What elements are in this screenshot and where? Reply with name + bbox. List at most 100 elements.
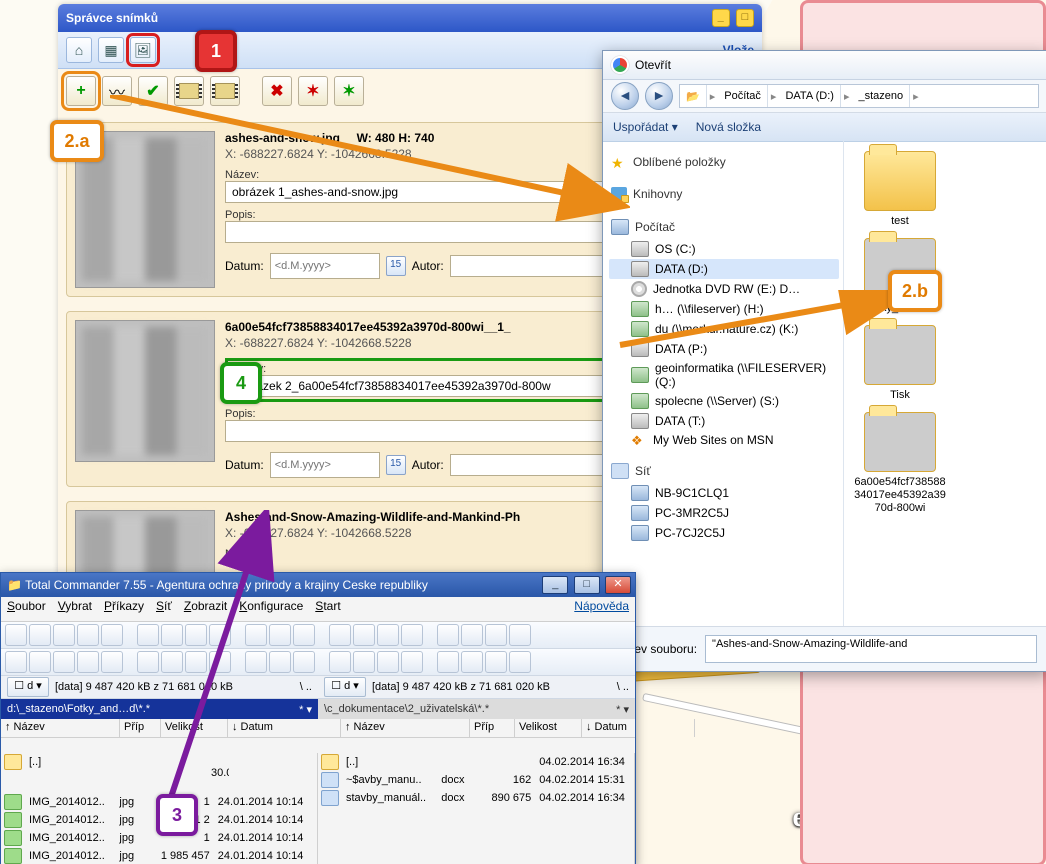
back-button[interactable]: ◄ bbox=[611, 82, 639, 110]
toolbar-button[interactable] bbox=[353, 651, 375, 673]
tree-drive-item[interactable]: DATA (T:) bbox=[609, 411, 839, 431]
crumb-item[interactable]: _stazeno bbox=[852, 85, 910, 107]
toolbar-button[interactable] bbox=[125, 652, 135, 672]
toolbar-button[interactable] bbox=[377, 624, 399, 646]
toolbar-button[interactable] bbox=[245, 651, 267, 673]
filename-input[interactable]: "Ashes-and-Snow-Amazing-Wildlife-and bbox=[705, 635, 1037, 663]
table-row[interactable]: IMG_2014012..jpg1 985 45724.01.2014 10:1… bbox=[1, 847, 317, 864]
film-prev-button[interactable] bbox=[174, 76, 204, 106]
toolbar-button[interactable] bbox=[101, 624, 123, 646]
tc-titlebar[interactable]: 📁 Total Commander 7.55 - Agentura ochran… bbox=[1, 573, 635, 597]
date-input[interactable] bbox=[270, 253, 380, 279]
breadcrumb[interactable]: 📂 ▸ Počítač▸ DATA (D:)▸ _stazeno▸ bbox=[679, 84, 1039, 108]
tree-host-item[interactable]: PC-7CJ2C5J bbox=[609, 523, 839, 543]
toolbar-button[interactable] bbox=[29, 651, 51, 673]
toolbar-button[interactable] bbox=[509, 624, 531, 646]
maximize-icon[interactable]: □ bbox=[736, 9, 754, 27]
toolbar-button[interactable] bbox=[233, 625, 243, 645]
brush-button[interactable]: 〰 bbox=[102, 76, 132, 106]
toolbar-button[interactable] bbox=[269, 651, 291, 673]
tree-msn[interactable]: My Web Sites on MSN bbox=[653, 433, 773, 447]
menu-item[interactable]: Příkazy bbox=[104, 599, 144, 619]
toolbar-button[interactable] bbox=[401, 651, 423, 673]
column-header[interactable]: Velikost bbox=[161, 719, 228, 737]
file-image[interactable]: 6a00e54fcf73858834017ee45392a3970d-800wi bbox=[854, 412, 946, 515]
toolbar-button[interactable] bbox=[161, 651, 183, 673]
delete-all-button[interactable]: ✶ bbox=[298, 76, 328, 106]
tree-drive-item[interactable]: OS (C:) bbox=[609, 239, 839, 259]
toolbar-button[interactable] bbox=[101, 651, 123, 673]
file-folder[interactable]: Tisk bbox=[854, 325, 946, 402]
toolbar-button[interactable] bbox=[485, 624, 507, 646]
toolbar-button[interactable] bbox=[53, 651, 75, 673]
drive-selector[interactable]: ☐ d ▾ bbox=[7, 677, 49, 697]
menu-item[interactable]: Zobrazit bbox=[184, 599, 227, 619]
window-titlebar[interactable]: Správce snímků _ □ bbox=[58, 4, 762, 32]
table-row[interactable]: ~$avby_manu..docx16204.02.2014 15:31 bbox=[318, 771, 634, 789]
table-row[interactable]: stavby_manuál..docx890 67504.02.2014 16:… bbox=[318, 789, 634, 807]
toolbar-button[interactable] bbox=[137, 624, 159, 646]
minimize-icon[interactable]: _ bbox=[712, 9, 730, 27]
toolbar-button[interactable] bbox=[29, 624, 51, 646]
column-header[interactable]: Velikost bbox=[515, 719, 582, 737]
dialog-titlebar[interactable]: Otevřít bbox=[603, 51, 1046, 80]
table-row[interactable]: [..]04.02.2014 16:34 bbox=[318, 753, 634, 771]
organize-menu[interactable]: Uspořádat ▾ bbox=[613, 120, 678, 134]
tree-drive-item[interactable]: DATA (D:) bbox=[609, 259, 839, 279]
menu-item[interactable]: Start bbox=[315, 599, 340, 619]
menu-item[interactable]: Konfigurace bbox=[239, 599, 303, 619]
maximize-icon[interactable]: □ bbox=[574, 576, 600, 594]
forward-button[interactable]: ► bbox=[645, 82, 673, 110]
column-header[interactable]: ↓ Datum bbox=[582, 719, 695, 737]
toolbar-button[interactable] bbox=[329, 651, 351, 673]
toolbar-button[interactable] bbox=[425, 652, 435, 672]
tree-drive-item[interactable]: geoinformatika (\\FILESERVER) (Q:) bbox=[609, 359, 839, 391]
column-header[interactable]: ↑ Název bbox=[1, 719, 120, 737]
tc-menubar[interactable]: SouborVybratPříkazySíťZobrazitKonfigurac… bbox=[1, 597, 635, 622]
toolbar-button[interactable] bbox=[161, 624, 183, 646]
toolbar-button[interactable] bbox=[353, 624, 375, 646]
column-header[interactable]: Příp bbox=[470, 719, 515, 737]
tree-network[interactable]: Síť bbox=[635, 464, 651, 478]
toolbar-button[interactable] bbox=[185, 651, 207, 673]
toolbar-button[interactable] bbox=[245, 624, 267, 646]
image-insert-button[interactable]: 🖼 bbox=[130, 37, 156, 63]
tree-drive-item[interactable]: h… (\\fileserver) (H:) bbox=[609, 299, 839, 319]
toolbar-button[interactable] bbox=[137, 651, 159, 673]
select-all-button[interactable]: ✶ bbox=[334, 76, 364, 106]
toolbar-button[interactable] bbox=[293, 624, 315, 646]
table-row[interactable]: [..]30.01.2014 18:34 bbox=[1, 753, 317, 793]
drive-selector[interactable]: ☐ d ▾ bbox=[324, 677, 366, 697]
tree-host-item[interactable]: NB-9C1CLQ1 bbox=[609, 483, 839, 503]
toolbar-button[interactable] bbox=[77, 624, 99, 646]
toolbar-button[interactable] bbox=[5, 624, 27, 646]
file-pane[interactable]: testFotky_androidTisk6a00e54fcf738588340… bbox=[844, 141, 1046, 627]
file-folder[interactable]: test bbox=[854, 151, 946, 228]
menu-item[interactable]: Vybrat bbox=[58, 599, 92, 619]
toolbar-button[interactable] bbox=[485, 651, 507, 673]
toolbar-button[interactable] bbox=[437, 624, 459, 646]
toolbar-button[interactable] bbox=[5, 651, 27, 673]
tree-drive-item[interactable]: Jednotka DVD RW (E:) D… bbox=[609, 279, 839, 299]
toolbar-button[interactable] bbox=[209, 624, 231, 646]
toolbar-button[interactable] bbox=[269, 624, 291, 646]
toolbar-button[interactable] bbox=[377, 651, 399, 673]
tree-host-item[interactable]: PC-3MR2C5J bbox=[609, 503, 839, 523]
tc-path-right[interactable]: \c_dokumentace\2_uživatelská\*.** ▾ bbox=[318, 699, 635, 719]
toolbar-button[interactable] bbox=[401, 624, 423, 646]
toolbar-button[interactable] bbox=[437, 651, 459, 673]
delete-button[interactable]: ✖ bbox=[262, 76, 292, 106]
minimize-icon[interactable]: _ bbox=[542, 576, 568, 594]
toolbar-button[interactable] bbox=[317, 625, 327, 645]
tree-drive-item[interactable]: du (\\merkur.nature.cz) (K:) bbox=[609, 319, 839, 339]
toolbar-button[interactable] bbox=[185, 624, 207, 646]
toolbar-button[interactable] bbox=[125, 625, 135, 645]
crumb-item[interactable]: Počítač bbox=[718, 85, 768, 107]
menu-item[interactable]: Síť bbox=[156, 599, 172, 619]
toolbar-button[interactable] bbox=[461, 651, 483, 673]
toolbar-button[interactable] bbox=[509, 651, 531, 673]
tc-panel-right[interactable]: [..]04.02.2014 16:34~$avby_manu..docx162… bbox=[318, 753, 635, 864]
new-folder-button[interactable]: Nová složka bbox=[696, 120, 761, 134]
thumbnail-preview[interactable] bbox=[75, 320, 215, 462]
film-next-button[interactable] bbox=[210, 76, 240, 106]
